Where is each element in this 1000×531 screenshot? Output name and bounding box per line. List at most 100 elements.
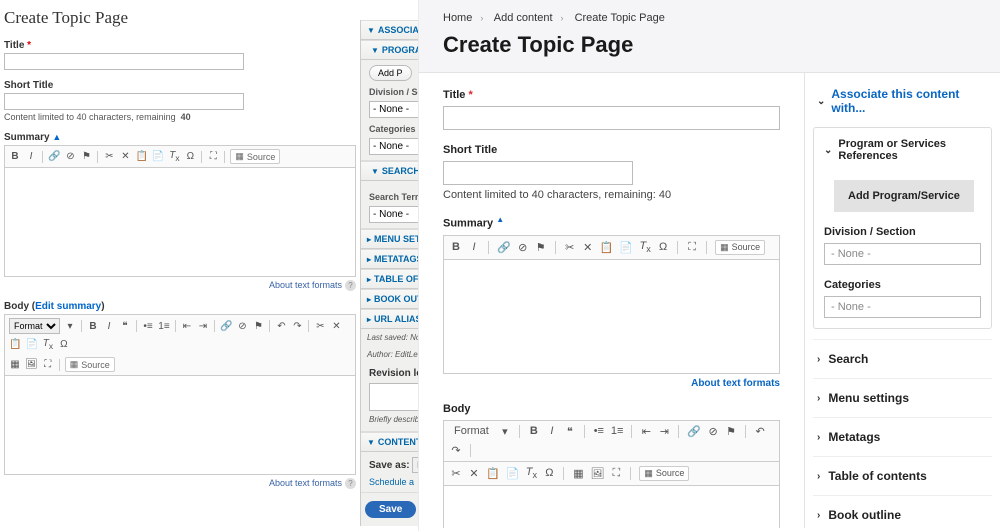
cut-icon[interactable]: ✂ <box>450 467 462 480</box>
about-text-formats-link[interactable]: About text formats <box>269 280 342 290</box>
anchor-icon[interactable]: ⚑ <box>725 425 737 438</box>
quote-icon[interactable]: ❝ <box>119 321 131 332</box>
about-text-formats-link[interactable]: About text formats <box>269 478 342 488</box>
bold-icon[interactable]: B <box>9 151 21 162</box>
source-button[interactable]: ▦ Source <box>230 149 280 164</box>
book-outline-accordion[interactable]: ▸BOOK OUTLI <box>361 289 418 309</box>
table-icon[interactable]: ▦ <box>9 359 21 370</box>
format-caret-icon[interactable]: ▾ <box>64 321 76 332</box>
outdent-icon[interactable]: ⇤ <box>640 425 652 438</box>
copy-icon[interactable]: ✂ <box>103 151 115 162</box>
edit-summary-link[interactable]: Edit summary <box>35 301 101 312</box>
link-icon[interactable]: 🔗 <box>48 151 60 162</box>
crumb-home[interactable]: Home <box>443 12 472 24</box>
body-editor[interactable] <box>4 375 356 475</box>
bold-icon[interactable]: B <box>450 241 462 253</box>
paste-text-icon[interactable]: 📄 <box>619 241 633 254</box>
url-alias-accordion[interactable]: ▸URL ALIAS <box>361 309 418 329</box>
italic-icon[interactable]: I <box>546 425 558 437</box>
undo-icon[interactable]: ↶ <box>754 425 766 438</box>
sidebar-item-menu-settings[interactable]: ›Menu settings <box>813 378 992 417</box>
link-icon[interactable]: 🔗 <box>220 321 232 332</box>
title-input[interactable] <box>443 106 780 130</box>
source-button[interactable]: ▦ Source <box>715 240 765 255</box>
summary-editor[interactable] <box>4 167 356 277</box>
redo-icon[interactable]: ↷ <box>291 321 303 332</box>
sidebar-item-metatags[interactable]: ›Metatags <box>813 417 992 456</box>
division-input[interactable] <box>369 101 418 118</box>
paste-icon[interactable]: 📋 <box>9 339 21 350</box>
program-accordion[interactable]: ▼PROGRAM <box>361 40 418 60</box>
body-editor[interactable] <box>443 486 780 528</box>
ul-icon[interactable]: •≡ <box>593 425 605 437</box>
add-program-button[interactable]: Add P <box>369 65 412 81</box>
program-accordion[interactable]: ⌄Program or Services References <box>824 138 981 162</box>
anchor-icon[interactable]: ⚑ <box>535 241 547 254</box>
undo-icon[interactable]: ↶ <box>275 321 287 332</box>
associate-accordion[interactable]: ⌄Associate this content with... <box>813 81 992 121</box>
image-icon[interactable]: 🖼 <box>590 467 604 480</box>
omega-icon[interactable]: Ω <box>657 241 669 253</box>
paste-icon[interactable]: 📋 <box>486 467 500 480</box>
bold-icon[interactable]: B <box>528 425 540 437</box>
unlink-icon[interactable]: ⊘ <box>64 151 76 162</box>
format-caret-icon[interactable]: ▾ <box>499 425 511 438</box>
paste-icon[interactable]: 📋 <box>135 151 147 162</box>
search-accordion[interactable]: ▼SEARCH <box>361 161 418 181</box>
clear-format-icon[interactable]: Tx <box>42 338 54 351</box>
categories-input[interactable] <box>824 296 981 318</box>
ul-icon[interactable]: •≡ <box>142 321 154 332</box>
cut-icon[interactable]: ✂ <box>564 241 576 254</box>
table-of-contents-accordion[interactable]: ▸TABLE OF CO <box>361 269 418 289</box>
sidebar-item-book-outline[interactable]: ›Book outline <box>813 495 992 528</box>
menu-settings-accordion[interactable]: ▸MENU SETTIN <box>361 229 418 249</box>
omega-icon[interactable]: Ω <box>184 151 196 162</box>
link-icon[interactable]: 🔗 <box>687 425 701 438</box>
about-text-formats-link[interactable]: About text formats <box>691 378 780 389</box>
paste-text-icon[interactable]: 📄 <box>152 151 164 162</box>
sidebar-item-search[interactable]: ›Search <box>813 339 992 378</box>
cut-icon[interactable]: ✂ <box>314 321 326 332</box>
clear-format-icon[interactable]: Tx <box>168 150 180 163</box>
quote-icon[interactable]: ❝ <box>564 425 576 438</box>
search-terms-input[interactable] <box>369 206 418 223</box>
omega-icon[interactable]: Ω <box>543 467 555 479</box>
short-title-input[interactable] <box>4 93 244 110</box>
cut-icon[interactable]: ✕ <box>119 151 131 162</box>
maximize-icon[interactable]: ⛶ <box>686 241 698 254</box>
paste-word-icon[interactable]: 📄 <box>25 339 37 350</box>
content-moderation-accordion[interactable]: ▼CONTENT MO <box>361 432 418 452</box>
indent-icon[interactable]: ⇥ <box>197 321 209 332</box>
maximize-icon[interactable]: ⛶ <box>610 467 622 480</box>
indent-icon[interactable]: ⇥ <box>658 425 670 438</box>
summary-editor[interactable] <box>443 260 780 374</box>
schedule-link[interactable]: Schedule a <box>369 477 414 487</box>
anchor-icon[interactable]: ⚑ <box>80 151 92 162</box>
source-button[interactable]: ▦ Source <box>639 466 689 481</box>
title-input[interactable] <box>4 53 244 70</box>
format-select[interactable]: Format <box>9 318 60 334</box>
sidebar-item-table-of-contents[interactable]: ›Table of contents <box>813 456 992 495</box>
remove-icon[interactable]: ✕ <box>582 241 594 254</box>
associate-accordion[interactable]: ▼ASSOCIATE T <box>361 20 418 40</box>
outdent-icon[interactable]: ⇤ <box>181 321 193 332</box>
metatags-accordion[interactable]: ▸METATAGS <box>361 249 418 269</box>
add-program-button[interactable]: Add Program/Service <box>834 180 974 212</box>
help-icon[interactable]: ? <box>345 478 356 489</box>
division-input[interactable] <box>824 243 981 265</box>
bold-icon[interactable]: B <box>87 321 99 332</box>
ol-icon[interactable]: 1≡ <box>158 321 170 332</box>
short-title-input[interactable] <box>443 161 633 185</box>
redo-icon[interactable]: ↷ <box>450 444 462 457</box>
categories-input[interactable] <box>369 138 418 155</box>
source-button[interactable]: ▦ Source <box>65 357 115 372</box>
help-icon[interactable]: ? <box>345 280 356 291</box>
unlink-icon[interactable]: ⊘ <box>707 425 719 438</box>
revision-log-input[interactable] <box>369 383 418 411</box>
clear-format-icon[interactable]: Tx <box>525 466 537 480</box>
maximize-icon[interactable]: ⛶ <box>207 151 219 162</box>
unlink-icon[interactable]: ⊘ <box>517 241 529 254</box>
copy-icon[interactable]: ✕ <box>330 321 342 332</box>
format-select[interactable]: Format <box>450 425 493 437</box>
remove-icon[interactable]: ✕ <box>468 467 480 480</box>
